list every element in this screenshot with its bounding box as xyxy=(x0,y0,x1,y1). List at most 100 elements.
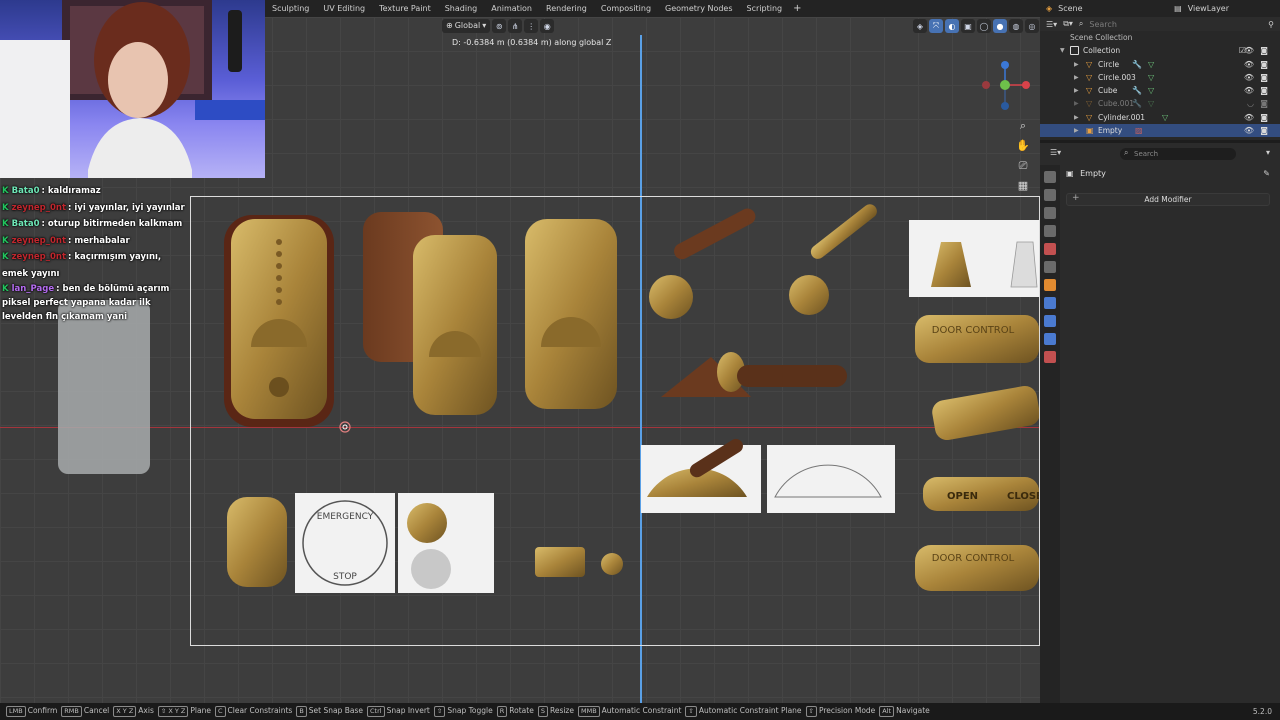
expand-icon[interactable]: ▶ xyxy=(1074,97,1079,110)
expand-icon[interactable]: ▶ xyxy=(1074,124,1079,137)
expand-icon[interactable]: ▶ xyxy=(1074,58,1079,71)
eye-icon[interactable]: 👁 xyxy=(1244,71,1254,84)
eye-closed-icon[interactable]: ◡ xyxy=(1247,97,1254,110)
hint-label: Cancel xyxy=(83,706,110,715)
expand-icon[interactable]: ▶ xyxy=(1074,111,1079,124)
object-tab-icon[interactable] xyxy=(1044,279,1056,291)
lever-handles xyxy=(649,204,877,397)
navigation-gizmo[interactable] xyxy=(980,58,1036,114)
eye-icon[interactable]: 👁 xyxy=(1244,44,1254,57)
expand-icon[interactable]: ▶ xyxy=(1074,84,1079,97)
mesh-object-icon: ▽ xyxy=(1086,59,1093,69)
xray-icon[interactable]: ▣ xyxy=(961,19,975,33)
object-name: Cube xyxy=(1098,86,1118,96)
camera-render-icon[interactable]: ◙ xyxy=(1260,111,1268,124)
tab-animation[interactable]: Animation xyxy=(484,0,539,17)
tool-tab-icon[interactable] xyxy=(1044,171,1056,183)
snap-target-icon[interactable]: ⋮ xyxy=(524,19,539,33)
scene-name[interactable]: Scene xyxy=(1058,4,1118,13)
camera-view-icon[interactable]: ⎚ xyxy=(1015,158,1031,174)
key-hint: B xyxy=(296,706,307,717)
add-workspace-button[interactable]: + xyxy=(789,3,805,14)
mesh-data-icon: ▽ xyxy=(1148,59,1155,69)
eye-icon[interactable]: 👁 xyxy=(1244,111,1254,124)
editor-type-icon[interactable]: ☰▾ xyxy=(1046,20,1057,29)
chat-badge-icon: K xyxy=(2,202,9,213)
world-tab-icon[interactable] xyxy=(1044,261,1056,273)
elevator-panel-brass-wood xyxy=(363,212,497,415)
overlay-toggle-icon[interactable]: ◐ xyxy=(945,19,959,33)
camera-render-icon[interactable]: ◙ xyxy=(1260,44,1268,57)
tab-geometry-nodes[interactable]: Geometry Nodes xyxy=(658,0,739,17)
material-shading-icon[interactable]: ◍ xyxy=(1009,19,1023,33)
render-tab-icon[interactable] xyxy=(1044,189,1056,201)
orientation-dropdown[interactable]: ⊕ Global ▾ xyxy=(442,19,491,33)
scene-tab-icon[interactable] xyxy=(1044,243,1056,255)
properties-search-input[interactable]: Search xyxy=(1120,148,1236,160)
view-layer-name[interactable]: ViewLayer xyxy=(1188,4,1229,13)
filter-icon[interactable]: ⚲ xyxy=(1268,20,1274,29)
tab-scripting[interactable]: Scripting xyxy=(740,0,790,17)
expand-icon[interactable]: ▶ xyxy=(1074,71,1079,84)
collection-row[interactable]: ▼ Collection ☑ 👁 ◙ xyxy=(1040,44,1280,57)
outliner-item-empty[interactable]: ▶ ▣ Empty ▨ 👁 ◙ xyxy=(1040,124,1280,138)
pan-hand-icon[interactable]: ✋ xyxy=(1015,138,1031,154)
pivot-icon[interactable]: ⊚ xyxy=(492,19,507,33)
outliner-item-cube[interactable]: ▶ ▽ Cube 🔧 ▽ 👁 ◙ xyxy=(1040,84,1280,97)
editor-type-icon[interactable]: ☰▾ xyxy=(1050,148,1061,157)
view-layer-tab-icon[interactable] xyxy=(1044,225,1056,237)
proportional-edit-icon[interactable]: ◉ xyxy=(540,19,555,33)
tab-shading[interactable]: Shading xyxy=(438,0,485,17)
tab-texture-paint[interactable]: Texture Paint xyxy=(372,0,438,17)
tab-compositing[interactable]: Compositing xyxy=(594,0,658,17)
zoom-icon[interactable]: ⌕ xyxy=(1015,118,1031,134)
camera-render-icon[interactable]: ◙ xyxy=(1260,124,1268,137)
object-name: Circle.003 xyxy=(1098,72,1136,82)
gizmo-toggle-icon[interactable]: ⤧ xyxy=(929,19,943,33)
expand-icon[interactable]: ▼ xyxy=(1060,44,1065,57)
tab-uv-editing[interactable]: UV Editing xyxy=(316,0,372,17)
constraint-tab-icon[interactable] xyxy=(1044,333,1056,345)
wireframe-shading-icon[interactable]: ◯ xyxy=(977,19,991,33)
eye-icon[interactable]: 👁 xyxy=(1244,84,1254,97)
hint-label: Set Snap Base xyxy=(308,706,363,715)
outliner-search-input[interactable]: Search xyxy=(1089,20,1179,29)
rendered-shading-icon[interactable]: ◎ xyxy=(1025,19,1039,33)
close-label: CLOSE xyxy=(1007,491,1039,502)
tab-rendering[interactable]: Rendering xyxy=(539,0,594,17)
add-modifier-button[interactable]: Add Modifier xyxy=(1066,193,1270,206)
snap-icon[interactable]: ⋔ xyxy=(508,19,523,33)
key-hint: Alt xyxy=(879,706,895,717)
camera-render-icon[interactable]: ◙ xyxy=(1260,71,1268,84)
data-tab-icon[interactable] xyxy=(1044,351,1056,363)
tab-sculpting[interactable]: Sculpting xyxy=(265,0,316,17)
camera-render-icon[interactable]: ◙ xyxy=(1260,97,1268,110)
mesh-object-icon: ▽ xyxy=(1086,112,1093,122)
reference-image-frame[interactable]: DOOR CONTROL OPEN CLOSE DOOR CONTROL EME… xyxy=(190,196,1043,646)
status-hint: MMB Automatic Constraint xyxy=(577,706,681,717)
pin-icon[interactable]: ✎ xyxy=(1263,169,1270,178)
modifier-tab-icon[interactable] xyxy=(1044,297,1056,309)
camera-render-icon[interactable]: ◙ xyxy=(1260,84,1268,97)
visibility-icon[interactable]: ◈ xyxy=(913,19,927,33)
stop-label: STOP xyxy=(333,572,357,582)
outliner-item-circle[interactable]: ▶ ▽ Circle 🔧 ▽ 👁 ◙ xyxy=(1040,58,1280,71)
chat-message: Kzeynep_0nt: iyi yayınlar, iyi yayınlar xyxy=(2,200,190,217)
eye-icon[interactable]: 👁 xyxy=(1244,124,1254,137)
perspective-grid-icon[interactable]: ▦ xyxy=(1015,178,1031,194)
chevron-down-icon[interactable]: ▾ xyxy=(1266,148,1270,157)
scene-collection-row[interactable]: Scene Collection xyxy=(1040,31,1280,44)
output-tab-icon[interactable] xyxy=(1044,207,1056,219)
scene-collection-label: Scene Collection xyxy=(1070,33,1133,42)
key-hint: Ctrl xyxy=(367,706,385,717)
outliner-item-cube-001[interactable]: ▶ ▽ Cube.001 🔧 ▽ ◡ ◙ xyxy=(1040,97,1280,110)
physics-tab-icon[interactable] xyxy=(1044,315,1056,327)
display-mode-icon[interactable]: ⧉▾ xyxy=(1063,19,1073,29)
ghost-panel-mesh[interactable] xyxy=(58,300,150,474)
camera-render-icon[interactable]: ◙ xyxy=(1260,58,1268,71)
solid-shading-icon[interactable]: ● xyxy=(993,19,1007,33)
outliner-item-circle-003[interactable]: ▶ ▽ Circle.003 ▽ 👁 ◙ xyxy=(1040,71,1280,84)
outliner-item-cylinder-001[interactable]: ▶ ▽ Cylinder.001 ▽ 👁 ◙ xyxy=(1040,111,1280,124)
empty-image-icon: ▣ xyxy=(1086,126,1094,136)
eye-icon[interactable]: 👁 xyxy=(1244,58,1254,71)
